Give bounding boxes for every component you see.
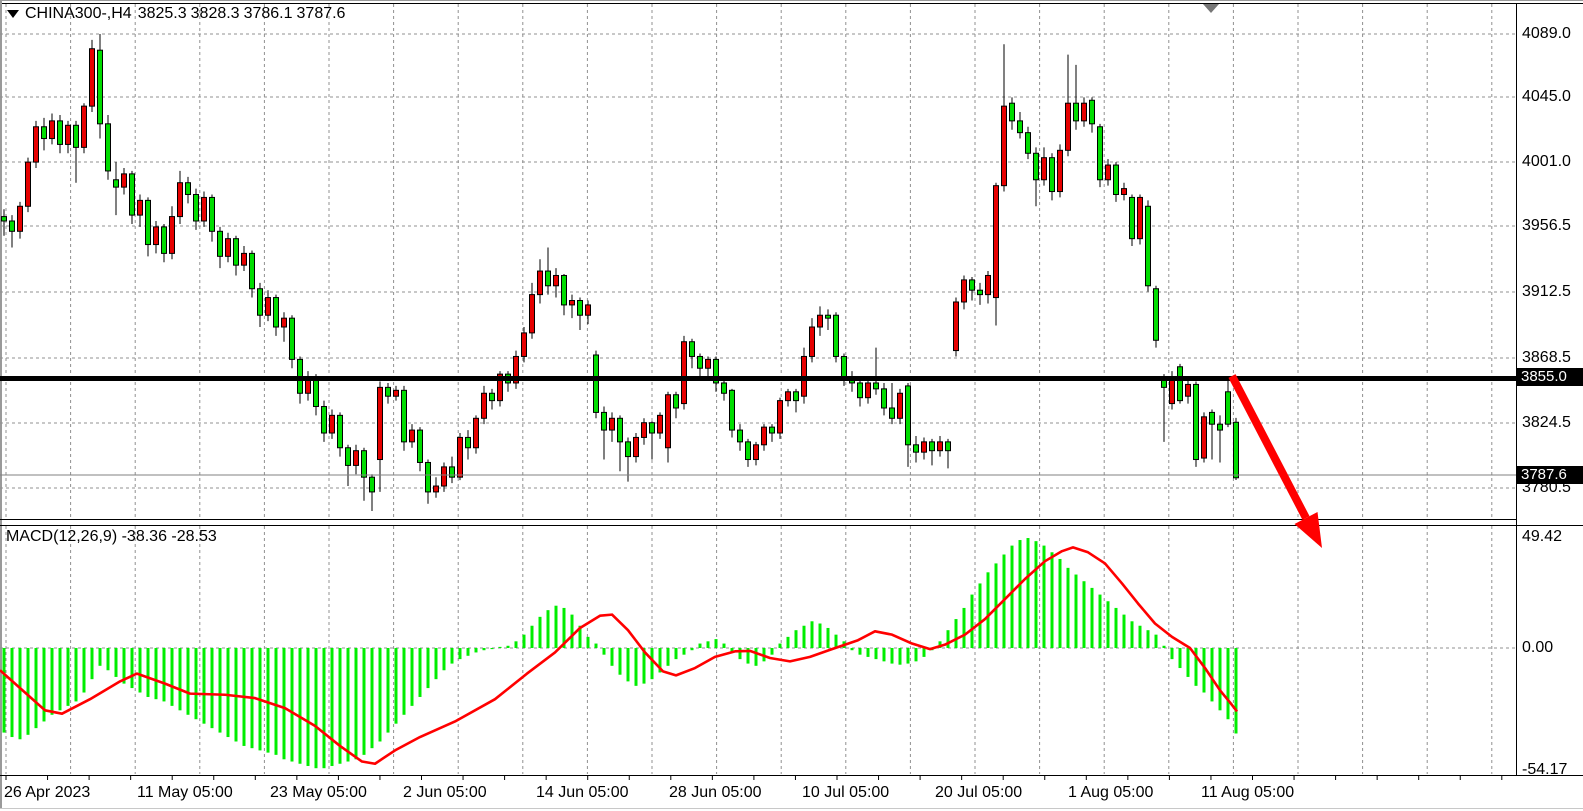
- symbol-name: CHINA300-,H4: [25, 5, 132, 23]
- ohlc-low: 3786.1: [244, 5, 293, 23]
- macd-axis-label: 0.00: [1522, 639, 1553, 657]
- ohlc-close: 3787.6: [297, 5, 346, 23]
- ohlc-open: 3825.3: [138, 5, 187, 23]
- time-axis-label: 23 May 05:00: [270, 784, 367, 802]
- macd-indicator-label: MACD(12,26,9) -38.36 -28.53: [6, 528, 217, 546]
- chart-window: CHINA300-,H4 3825.3 3828.3 3786.1 3787.6…: [0, 0, 1583, 811]
- symbol-header: CHINA300-,H4 3825.3 3828.3 3786.1 3787.6: [7, 5, 345, 23]
- price-axis-label: 3956.5: [1522, 217, 1571, 235]
- time-axis-label: 11 May 05:00: [137, 784, 233, 802]
- time-axis-label: 26 Apr 2023: [4, 784, 90, 802]
- price-axis-label: 3912.5: [1522, 283, 1571, 301]
- price-axis-label: 4045.0: [1522, 88, 1571, 106]
- symbol-dropdown-icon: [7, 10, 19, 18]
- time-axis-label: 11 Aug 05:00: [1201, 784, 1294, 802]
- time-axis-label: 10 Jul 05:00: [802, 784, 889, 802]
- price-axis-label: 3868.5: [1522, 349, 1571, 367]
- chart-plot-area[interactable]: [0, 0, 1583, 811]
- scroll-position-icon[interactable]: [1203, 4, 1219, 13]
- macd-axis-label: -54.17: [1522, 761, 1567, 779]
- macd-axis-label: 49.42: [1522, 528, 1562, 546]
- time-axis-label: 2 Jun 05:00: [403, 784, 487, 802]
- price-axis-label: 4001.0: [1522, 153, 1571, 171]
- macd-histogram: [3, 538, 1238, 768]
- time-axis-ticks: [6, 775, 1502, 780]
- time-axis-label: 28 Jun 05:00: [669, 784, 762, 802]
- time-axis-label: 1 Aug 05:00: [1068, 784, 1153, 802]
- trend-arrow[interactable]: [1232, 376, 1322, 548]
- candles-series: [2, 34, 1239, 511]
- price-axis-label: 4089.0: [1522, 25, 1571, 43]
- current-price-tag: 3787.6: [1517, 466, 1583, 484]
- time-axis-label: 14 Jun 05:00: [536, 784, 629, 802]
- time-axis-label: 20 Jul 05:00: [935, 784, 1022, 802]
- ohlc-high: 3828.3: [191, 5, 240, 23]
- price-axis-label: 3824.5: [1522, 414, 1571, 432]
- support-price-tag: 3855.0: [1517, 368, 1583, 386]
